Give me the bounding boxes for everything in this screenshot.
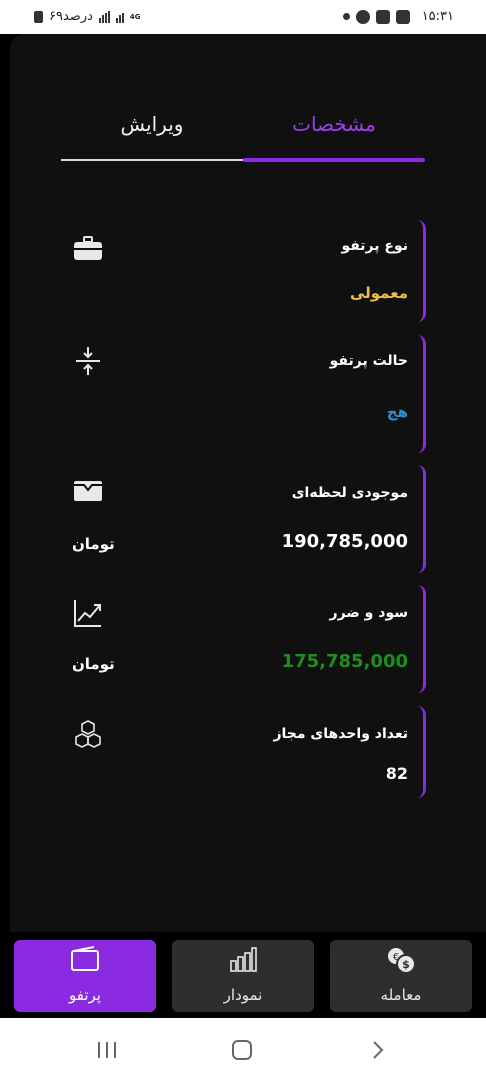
status-bar: ۶۹درصد 4G ۱۵:۳۱	[0, 0, 486, 34]
tab-underline	[61, 159, 243, 161]
bottom-nav: پرتفو نمودار € $ معامله	[0, 932, 486, 1018]
card-label: موجودی لحظه‌ای	[291, 485, 408, 501]
whatsapp-icon	[355, 9, 370, 24]
briefcase-icon	[74, 236, 102, 260]
card-label: سود و ضرر	[329, 605, 408, 621]
tab-edit[interactable]: ویرایش	[61, 112, 243, 136]
tab-specs[interactable]: مشخصات	[243, 112, 425, 136]
card-value: 190,785,000	[281, 531, 408, 552]
nav-chart-button[interactable]: نمودار	[172, 940, 314, 1012]
card-label: تعداد واحدهای مجاز	[273, 726, 408, 742]
trending-up-icon	[74, 600, 101, 627]
status-left: ۶۹درصد 4G	[34, 9, 141, 24]
nav-portfolio-label: پرتفو	[69, 986, 101, 1004]
card-value: هج	[386, 403, 408, 421]
signal-icon	[98, 10, 110, 23]
nav-chart-label: نمودار	[223, 986, 263, 1004]
wallet-icon	[74, 481, 102, 501]
wallet-outline-icon	[71, 946, 99, 971]
card-label: حالت پرتفو	[329, 353, 408, 369]
card-label: نوع پرتفو	[341, 238, 408, 254]
card-accent-bar	[417, 706, 426, 798]
cubes-icon	[75, 720, 101, 748]
home-icon[interactable]	[231, 1040, 253, 1060]
card-portfolio-mode: حالت پرتفو هج	[58, 335, 426, 453]
card-value: معمولی	[349, 284, 408, 302]
signal-icon-2	[115, 11, 124, 23]
currency-exchange-icon: € $	[388, 948, 416, 974]
recent-apps-icon[interactable]	[96, 1040, 118, 1060]
network-type: 4G	[129, 12, 141, 21]
card-unit: تومان	[72, 535, 115, 553]
card-accent-bar	[417, 585, 426, 693]
status-right: ۱۵:۳۱	[342, 9, 454, 24]
compress-vertical-icon	[76, 347, 100, 375]
system-nav-bar	[0, 1018, 486, 1080]
card-accent-bar	[417, 220, 426, 322]
card-accent-bar	[417, 465, 426, 573]
back-icon[interactable]	[368, 1040, 388, 1060]
battery-icon	[34, 10, 43, 23]
bar-chart-icon	[230, 947, 257, 972]
card-portfolio-type: نوع پرتفو معمولی	[58, 220, 426, 322]
nav-portfolio-button[interactable]: پرتفو	[14, 940, 156, 1012]
card-unit: تومان	[72, 655, 115, 673]
message-icon	[395, 9, 410, 24]
card-value: 82	[385, 764, 408, 783]
card-profit-loss: سود و ضرر 175,785,000 تومان	[58, 585, 426, 693]
svg-text:$: $	[402, 958, 410, 971]
card-allowed-units: تعداد واحدهای مجاز 82	[58, 706, 426, 798]
tab-active-indicator	[243, 158, 425, 162]
card-balance: موجودی لحظه‌ای 190,785,000 تومان	[58, 465, 426, 573]
clock: ۱۵:۳۱	[421, 9, 454, 24]
battery-text: ۶۹درصد	[49, 9, 93, 24]
card-accent-bar	[417, 335, 426, 453]
gallery-icon	[375, 9, 390, 24]
nav-trade-label: معامله	[380, 986, 422, 1004]
nav-trade-button[interactable]: € $ معامله	[330, 940, 472, 1012]
notification-dot-icon	[342, 13, 350, 20]
card-value: 175,785,000	[281, 651, 408, 672]
